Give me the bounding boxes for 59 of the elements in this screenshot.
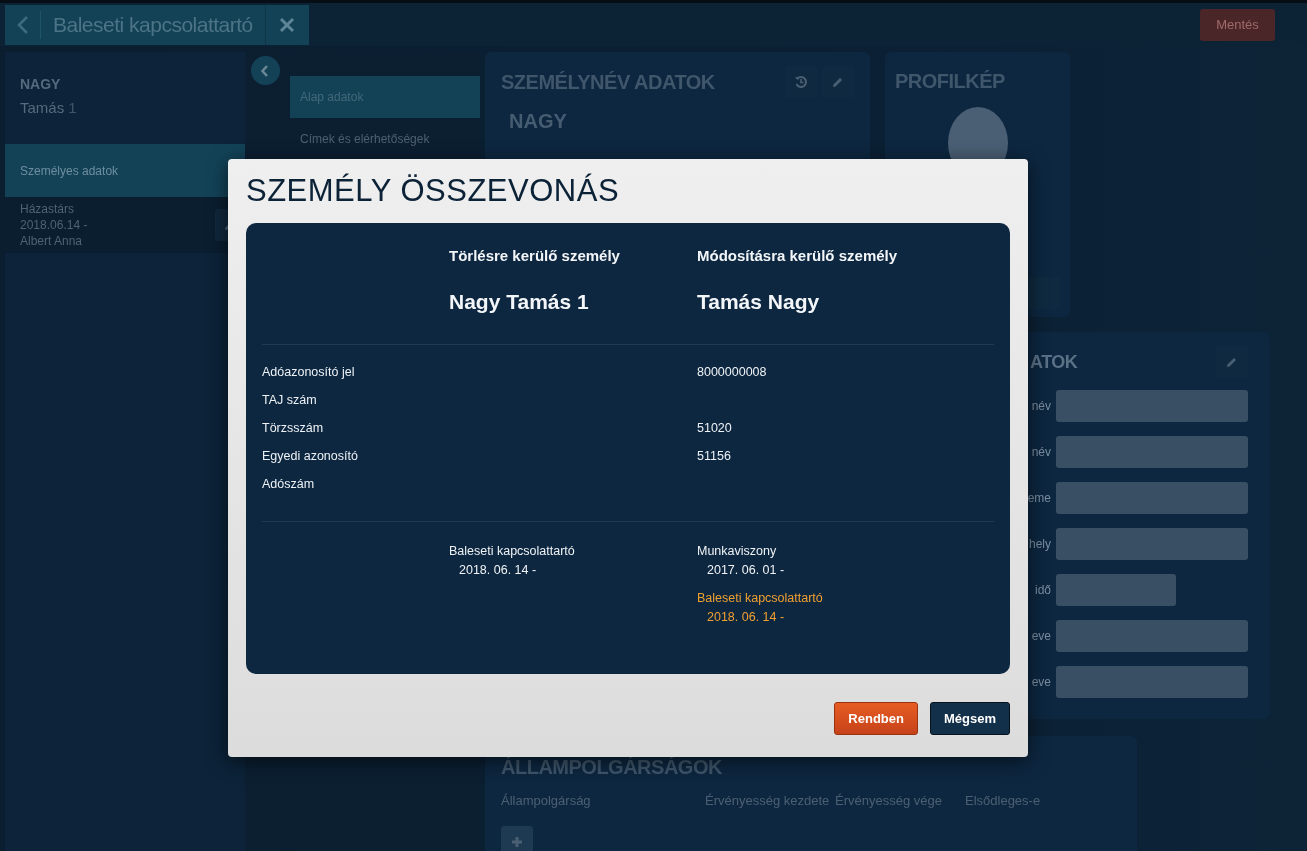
row-label: Egyedi azonosító	[262, 449, 359, 463]
card-title: ATOK	[1030, 351, 1078, 373]
relation-type: Baleseti kapcsolattartó	[697, 591, 824, 605]
input-field[interactable]	[1056, 390, 1248, 422]
history-icon	[794, 75, 808, 89]
column-header: Érvényesség kezdete	[705, 793, 831, 808]
relation-type: Baleseti kapcsolattartó	[449, 544, 576, 558]
person-given-name: Tamás	[20, 99, 65, 116]
field-label: idő	[1034, 583, 1051, 597]
add-button[interactable]	[501, 826, 533, 851]
field-label: név	[1030, 399, 1051, 413]
person-surname: NAGY	[20, 76, 62, 92]
relation-date: 2018. 06. 14 -	[706, 610, 786, 624]
relation-date: 2017. 06. 01 -	[706, 563, 786, 577]
input-field[interactable]	[1056, 666, 1248, 698]
chevron-left-icon	[261, 64, 269, 77]
side-menu-item[interactable]: Személyes adatok	[5, 144, 245, 197]
tab-title: Baleseti kapcsolattartó	[52, 11, 254, 38]
input-field[interactable]	[1056, 436, 1248, 468]
row-label: Adóazonosító jel	[262, 365, 356, 379]
field-label: eve	[1030, 675, 1051, 689]
column-heading: Módosításra kerülő személy	[697, 247, 899, 264]
confirm-button[interactable]: Rendben	[834, 702, 918, 735]
input-field[interactable]	[1056, 574, 1176, 606]
row-value: 51156	[697, 449, 731, 463]
cancel-button[interactable]: Mégsem	[929, 702, 1010, 735]
row-label: TAJ szám	[262, 393, 318, 407]
column-header: Állampolgárság	[501, 793, 592, 808]
back-icon	[16, 14, 29, 35]
relation-type: Munkaviszony	[697, 544, 778, 558]
dialog-title: SZEMÉLY ÖSSZEVONÁS	[246, 173, 621, 209]
person-name: Tamás Nagy	[697, 290, 821, 314]
column-heading: Törlésre kerülő személy	[449, 247, 621, 264]
relation-date: 2018.06.14 -	[20, 217, 88, 233]
field-label: név	[1030, 445, 1051, 459]
column-header: Elsődleges-e	[965, 793, 1041, 808]
relation-type: Házastárs	[20, 201, 76, 217]
row-label: Adószám	[262, 477, 316, 491]
field-label: hely	[1028, 537, 1051, 551]
input-field[interactable]	[1056, 620, 1248, 652]
relation-name: Albert Anna	[20, 233, 84, 249]
column-header: Érvényesség vége	[835, 793, 943, 808]
field-label: eme	[1026, 491, 1051, 505]
field-label: eve	[1030, 629, 1051, 643]
row-value: 8000000008	[697, 365, 767, 379]
row-label: Törzsszám	[262, 421, 325, 435]
person-name: Nagy Tamás 1	[449, 290, 590, 314]
sub-nav-item[interactable]: Címek és elérhetőségek	[290, 118, 480, 160]
pencil-icon	[1226, 356, 1238, 368]
plus-icon	[512, 837, 522, 847]
pencil-icon	[832, 76, 844, 88]
input-field[interactable]	[1056, 482, 1248, 514]
save-button[interactable]: Mentés	[1200, 8, 1275, 41]
row-value: 51020	[697, 421, 732, 435]
input-field[interactable]	[1056, 528, 1248, 560]
close-icon	[279, 16, 296, 33]
relation-date: 2018. 06. 14 -	[458, 563, 538, 577]
surname-text: NAGY	[509, 110, 568, 133]
collapse-button[interactable]	[250, 56, 280, 85]
